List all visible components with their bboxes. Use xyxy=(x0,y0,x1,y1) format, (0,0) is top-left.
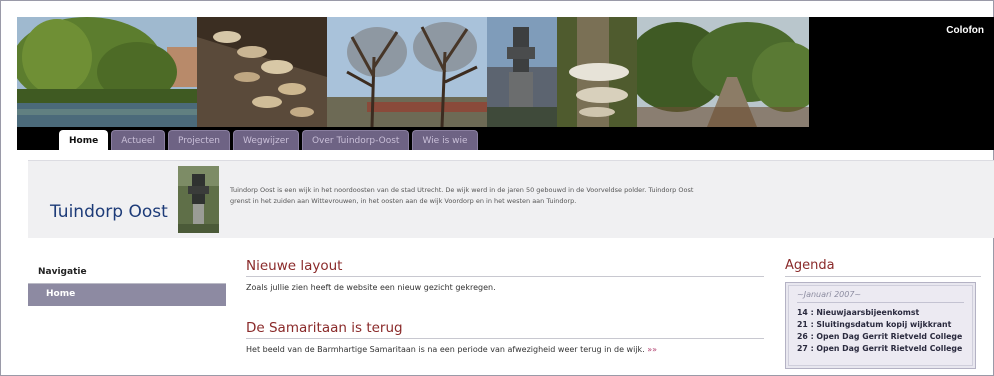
header-banner xyxy=(17,17,809,127)
agenda-item[interactable]: 26 : Open Dag Gerrit Rietveld College xyxy=(797,331,964,343)
intro-description: Tuindorp Oost is een wijk in het noordoo… xyxy=(230,186,694,205)
agenda-box: ~Januari 2007~ 14 : Nieuwjaarsbijeenkoms… xyxy=(785,282,976,369)
mushrooms-photo xyxy=(197,17,327,127)
statue-photo xyxy=(487,17,557,127)
samaritan-statue-image xyxy=(178,166,219,233)
article-body-text: Zoals jullie zien heeft de website een n… xyxy=(246,283,496,292)
article-body: Zoals jullie zien heeft de website een n… xyxy=(246,283,764,292)
willow-pond-photo xyxy=(17,17,197,127)
agenda-item[interactable]: 21 : Sluitingsdatum kopij wijkkrant xyxy=(797,319,964,331)
tab-wie-is-wie[interactable]: Wie is wie xyxy=(412,130,478,150)
tab-actueel[interactable]: Actueel xyxy=(111,130,165,150)
article: Nieuwe layout Zoals jullie zien heeft de… xyxy=(246,258,764,292)
agenda-panel: Agenda ~Januari 2007~ 14 : Nieuwjaarsbij… xyxy=(785,258,981,369)
colofon-link[interactable]: Colofon xyxy=(946,25,984,36)
article-title[interactable]: Nieuwe layout xyxy=(246,258,764,277)
article-body: Het beeld van de Barmhartige Samaritaan … xyxy=(246,345,764,354)
main-content: Nieuwe layout Zoals jullie zien heeft de… xyxy=(246,258,764,354)
tab-home[interactable]: Home xyxy=(59,130,109,150)
main-tabs: Home Actueel Projecten Wegwijzer Over Tu… xyxy=(59,130,478,150)
article: De Samaritaan is terug Het beeld van de … xyxy=(246,320,764,354)
agenda-month: ~Januari 2007~ xyxy=(797,290,964,303)
navigation-panel: Navigatie Home xyxy=(28,262,226,306)
bare-trees-photo xyxy=(327,17,487,127)
garden-path-photo xyxy=(637,17,809,127)
tab-over-tuindorp-oost[interactable]: Over Tuindorp-Oost xyxy=(301,130,410,150)
article-title[interactable]: De Samaritaan is terug xyxy=(246,320,764,339)
read-more-link[interactable]: »» xyxy=(647,345,657,354)
article-body-text: Het beeld van de Barmhartige Samaritaan … xyxy=(246,345,645,354)
bracket-fungus-photo xyxy=(557,17,637,127)
agenda-heading: Agenda xyxy=(785,258,981,277)
site-title: Tuindorp Oost xyxy=(50,202,168,222)
agenda-item[interactable]: 27 : Open Dag Gerrit Rietveld College xyxy=(797,343,964,355)
tab-wegwijzer[interactable]: Wegwijzer xyxy=(233,130,299,150)
tab-projecten[interactable]: Projecten xyxy=(167,130,231,150)
intro-panel: Tuindorp Oost Tuindorp Oost is een wijk … xyxy=(28,160,994,238)
agenda-inner: ~Januari 2007~ 14 : Nieuwjaarsbijeenkoms… xyxy=(788,285,973,366)
navigation-heading: Navigatie xyxy=(28,262,226,284)
agenda-item[interactable]: 14 : Nieuwjaarsbijeenkomst xyxy=(797,307,964,319)
nav-item-home[interactable]: Home xyxy=(28,284,226,306)
site-header: Colofon Home Actueel Projecten Wegwijzer… xyxy=(17,17,994,150)
